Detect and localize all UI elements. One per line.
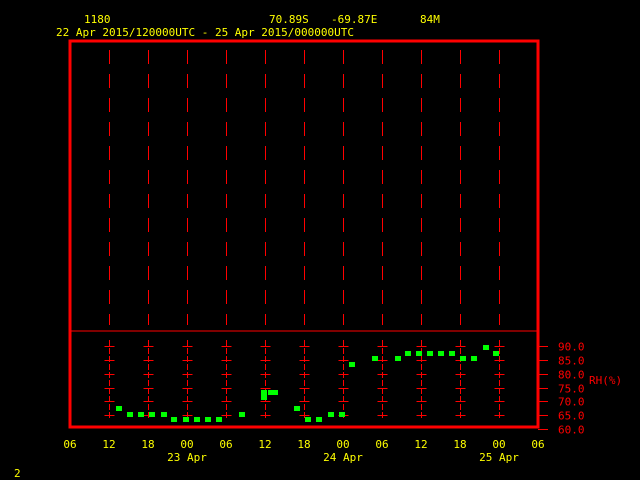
station-id: 1180 [84, 13, 111, 26]
period-title: 22 Apr 2015/120000UTC - 25 Apr 2015/0000… [56, 26, 354, 39]
data-point [216, 417, 222, 422]
data-point [493, 351, 499, 356]
x-tick-label: 06 [531, 438, 544, 451]
data-point [305, 417, 311, 422]
data-point [161, 412, 167, 417]
y-tick-label: 75.0 [558, 383, 585, 396]
x-date-label: 24 Apr [323, 451, 363, 464]
y-tick-label: 85.0 [558, 355, 585, 368]
data-point [349, 362, 355, 367]
y-tick-label: 60.0 [558, 424, 585, 437]
x-tick-label: 18 [297, 438, 310, 451]
data-point [460, 356, 466, 361]
y-tick-label: 80.0 [558, 369, 585, 382]
data-point [449, 351, 455, 356]
data-point [183, 417, 189, 422]
data-point [372, 356, 378, 361]
data-point [261, 395, 267, 400]
x-tick-label: 12 [414, 438, 427, 451]
y-axis-label: RH(%) [589, 374, 622, 387]
longitude: -69.87E [331, 13, 377, 26]
data-point [138, 412, 144, 417]
data-point [171, 417, 177, 422]
data-point [405, 351, 411, 356]
x-tick-label: 06 [375, 438, 388, 451]
y-tick-label: 90.0 [558, 341, 585, 354]
x-tick-label: 00 [180, 438, 193, 451]
data-point [395, 356, 401, 361]
page-number: 2 [14, 467, 21, 480]
elevation: 84M [420, 13, 440, 26]
latitude: 70.89S [269, 13, 309, 26]
x-tick-label: 18 [453, 438, 466, 451]
data-point [205, 417, 211, 422]
x-tick-label: 00 [336, 438, 349, 451]
y-tick-label: 65.0 [558, 410, 585, 423]
x-tick-label: 06 [63, 438, 76, 451]
rh-chart: 1180 70.89S -69.87E 84M 22 Apr 2015/1200… [14, 13, 622, 480]
data-point [316, 417, 322, 422]
data-point [149, 412, 155, 417]
x-tick-label: 06 [219, 438, 232, 451]
x-tick-label: 12 [102, 438, 115, 451]
data-point [328, 412, 334, 417]
data-point [438, 351, 444, 356]
x-date-label: 25 Apr [479, 451, 519, 464]
data-point [427, 351, 433, 356]
data-point [483, 345, 489, 350]
data-point [339, 412, 345, 417]
x-tick-label: 18 [141, 438, 154, 451]
x-tick-label: 00 [492, 438, 505, 451]
data-point [471, 356, 477, 361]
data-point [416, 351, 422, 356]
x-tick-label: 12 [258, 438, 271, 451]
data-point [272, 390, 278, 395]
data-point [294, 406, 300, 411]
data-point [261, 390, 267, 395]
x-date-label: 23 Apr [167, 451, 207, 464]
y-tick-label: 70.0 [558, 396, 585, 409]
data-point [116, 406, 122, 411]
data-point [127, 412, 133, 417]
data-point [239, 412, 245, 417]
data-point [194, 417, 200, 422]
